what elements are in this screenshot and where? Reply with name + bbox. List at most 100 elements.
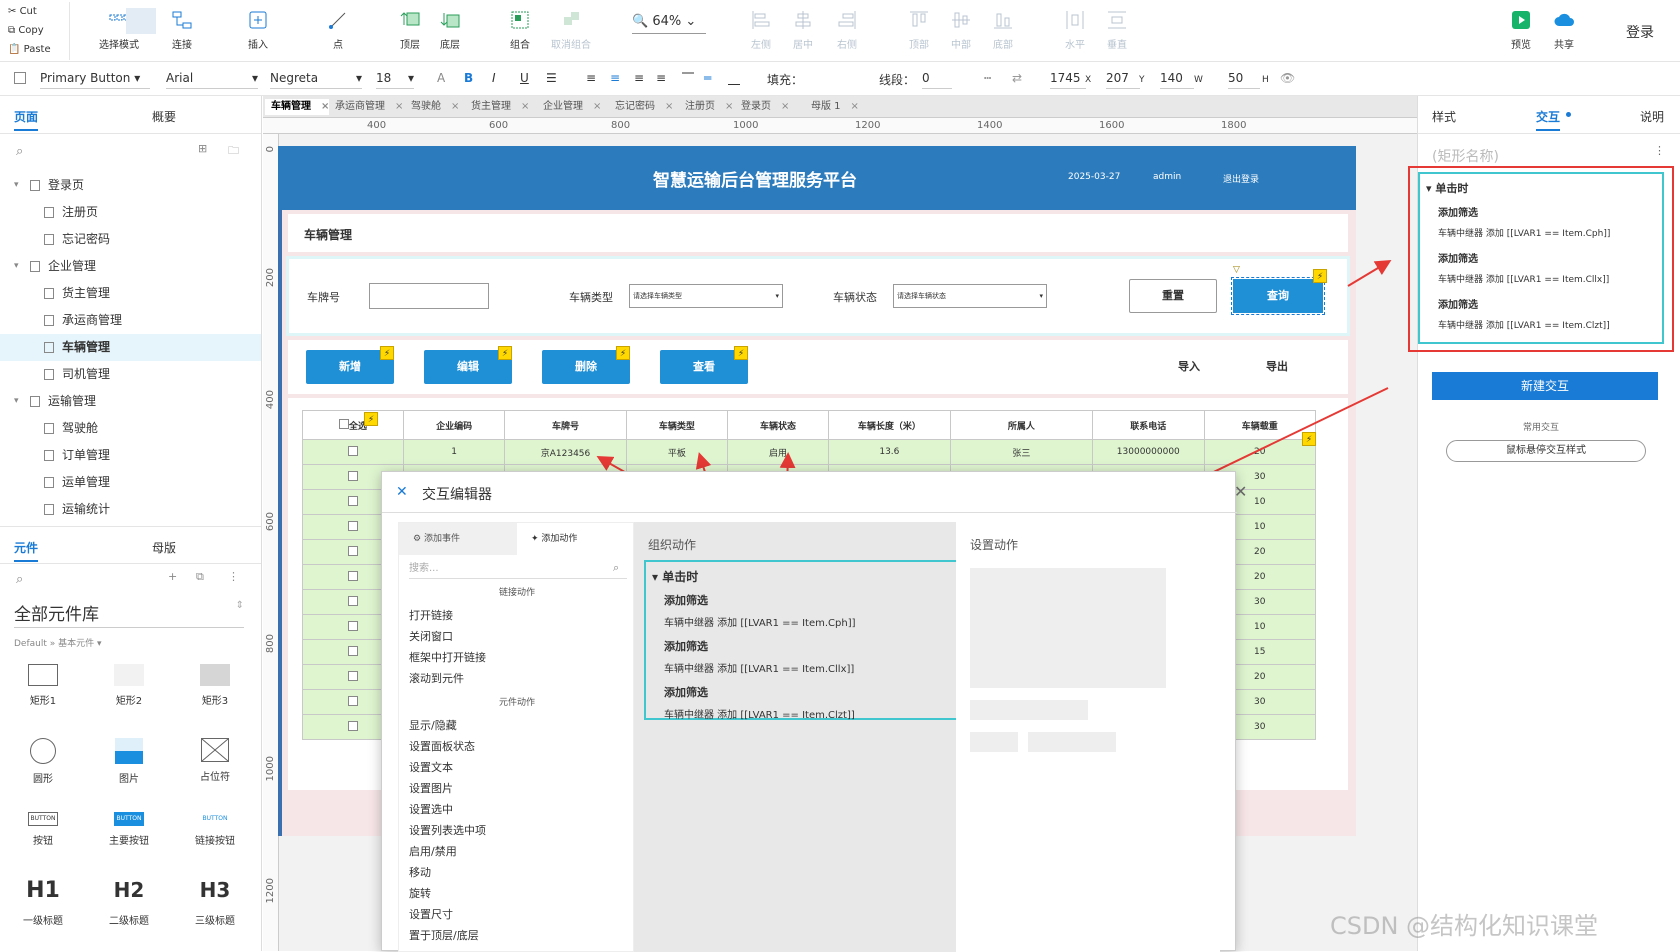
row-checkbox[interactable]: [348, 645, 359, 656]
widget-circle[interactable]: 圆形: [8, 738, 78, 785]
tab-outline[interactable]: 概要: [152, 108, 176, 125]
import-link[interactable]: 导入: [1178, 358, 1200, 374]
widget-action-item[interactable]: 设置选中: [409, 801, 486, 822]
widget-rect2[interactable]: 矩形2: [94, 664, 164, 707]
page-tree-item[interactable]: 车辆管理: [0, 334, 261, 361]
row-checkbox[interactable]: [348, 445, 359, 456]
widget-rect1[interactable]: 矩形1: [8, 664, 78, 707]
widget-action-item[interactable]: 设置文本: [409, 759, 486, 780]
align-text-left-icon[interactable]: ≡: [586, 71, 596, 85]
widget-action-item[interactable]: 设置列表选中项: [409, 822, 486, 843]
underline-icon[interactable]: U: [520, 71, 529, 85]
widget-h1[interactable]: H1 一级标题: [8, 878, 78, 927]
library-search-icon[interactable]: ⌕: [16, 572, 23, 587]
widget-action-item[interactable]: 启用/禁用: [409, 843, 486, 864]
share-button[interactable]: 共享: [1546, 6, 1582, 51]
doc-tab[interactable]: 登录页 ×: [735, 99, 789, 115]
weight-select[interactable]: Negreta ▾: [270, 71, 362, 89]
align-middle-button[interactable]: 中部: [946, 6, 976, 51]
login-link[interactable]: 登录: [1626, 22, 1654, 42]
widget-action-item[interactable]: 置于顶层/底层: [409, 927, 486, 948]
doc-tab[interactable]: 货主管理 ×: [465, 99, 529, 115]
valign-bottom-icon[interactable]: ⎽: [728, 71, 740, 86]
library-add-icon[interactable]: +: [168, 570, 177, 583]
bold-icon[interactable]: B: [464, 71, 473, 85]
link-action-item[interactable]: 滚动到元件: [409, 670, 486, 691]
w-input[interactable]: 140: [1160, 71, 1194, 89]
interaction-event[interactable]: ▾ 单击时: [1426, 180, 1468, 196]
link-action-item[interactable]: 框架中打开链接: [409, 649, 486, 670]
row-checkbox[interactable]: [348, 695, 359, 706]
h-input[interactable]: 50: [1228, 71, 1260, 89]
widget-link-button[interactable]: BUTTON 链接按钮: [180, 812, 250, 847]
doc-tab[interactable]: 母版 1 ×: [805, 99, 859, 115]
row-checkbox[interactable]: [348, 520, 359, 531]
justify-icon[interactable]: ≡: [656, 71, 666, 85]
tab-masters[interactable]: 母版: [152, 539, 176, 556]
link-action-item[interactable]: 打开链接: [409, 607, 486, 628]
organize-action-2-title[interactable]: 添加筛选: [664, 638, 708, 654]
search-icon[interactable]: ⌕: [16, 144, 23, 159]
new-interaction-button[interactable]: 新建交互: [1432, 372, 1658, 400]
widget-h2[interactable]: H2 二级标题: [94, 878, 164, 927]
add-page-icon[interactable]: ⊞: [198, 142, 207, 155]
doc-tab-close-icon[interactable]: ×: [395, 101, 403, 112]
valign-middle-icon[interactable]: ═: [704, 71, 711, 85]
page-tree-item[interactable]: 运输统计: [0, 496, 261, 523]
row-checkbox[interactable]: [348, 595, 359, 606]
library-copy-icon[interactable]: ⧉: [196, 570, 204, 584]
page-tree-item[interactable]: ▾ 企业管理: [0, 253, 261, 280]
x-input[interactable]: 1745: [1050, 71, 1086, 89]
font-color-icon[interactable]: A: [437, 71, 445, 85]
tab-style[interactable]: 样式: [1432, 108, 1456, 125]
row-checkbox[interactable]: [348, 620, 359, 631]
paste-button[interactable]: 📋 Paste: [4, 40, 69, 59]
arrow-style-icon[interactable]: ⇄: [1012, 71, 1022, 85]
preview-button[interactable]: 预览: [1506, 6, 1536, 51]
doc-tab[interactable]: 驾驶舱 ×: [405, 99, 459, 115]
align-top-button[interactable]: 顶部: [904, 6, 934, 51]
status-select[interactable]: 请选择车辆状态 ▾: [893, 284, 1047, 308]
align-text-center-icon[interactable]: ≡: [610, 71, 620, 85]
tab-notes[interactable]: 说明: [1640, 108, 1664, 125]
doc-tab[interactable]: 企业管理 ×: [537, 99, 601, 115]
shape-name-input[interactable]: (矩形名称): [1432, 146, 1499, 166]
widget-action-item[interactable]: 移动: [409, 864, 486, 885]
page-tree-item[interactable]: 司机管理: [0, 361, 261, 388]
page-tree-item[interactable]: ▾ 运输管理: [0, 388, 261, 415]
tab-add-action[interactable]: ✦ 添加动作: [517, 523, 635, 555]
widget-action-item[interactable]: 设置尺寸: [409, 906, 486, 927]
organize-action-3-title[interactable]: 添加筛选: [664, 684, 708, 700]
widget-action-item[interactable]: 旋转: [409, 885, 486, 906]
row-checkbox[interactable]: [348, 670, 359, 681]
doc-tab-close-icon[interactable]: ×: [521, 101, 529, 112]
widget-button[interactable]: BUTTON 按钮: [8, 812, 78, 847]
more-options-icon[interactable]: ⋮: [1654, 144, 1665, 157]
tab-interaction[interactable]: 交互: [1536, 108, 1561, 131]
widget-action-item[interactable]: 设置图片: [409, 780, 486, 801]
doc-tab-close-icon[interactable]: ×: [781, 101, 789, 112]
dialog-close-icon[interactable]: ✕: [1234, 482, 1247, 501]
align-text-right-icon[interactable]: ≡: [634, 71, 644, 85]
align-left-button[interactable]: 左侧: [746, 6, 776, 51]
type-select[interactable]: 请选择车辆类型 ▾: [629, 284, 783, 308]
style-select[interactable]: Primary Button ▾: [40, 71, 150, 89]
organize-event[interactable]: ▾ 单击时: [652, 568, 698, 585]
doc-tab[interactable]: 忘记密码 ×: [609, 99, 673, 115]
doc-tab-close-icon[interactable]: ×: [665, 101, 673, 112]
point-button[interactable]: 点: [320, 6, 356, 51]
bring-front-button[interactable]: 顶层: [392, 6, 428, 51]
action-search-input[interactable]: 搜索...: [409, 559, 627, 579]
link-action-item[interactable]: 关闭窗口: [409, 628, 486, 649]
interaction-action-2-title[interactable]: 添加筛选: [1438, 250, 1478, 265]
row-checkbox[interactable]: [348, 545, 359, 556]
library-menu-icon[interactable]: ⋮: [228, 570, 239, 583]
organize-action-1-title[interactable]: 添加筛选: [664, 592, 708, 608]
page-tree-item[interactable]: 注册页: [0, 199, 261, 226]
add-folder-icon[interactable]: 🗀: [228, 142, 239, 161]
expand-chevron-icon[interactable]: ▾: [14, 253, 19, 280]
doc-tab-close-icon[interactable]: ×: [725, 101, 733, 112]
copy-button[interactable]: ⧉ Copy: [4, 21, 69, 40]
y-input[interactable]: 207: [1106, 71, 1140, 89]
page-tree-item[interactable]: 驾驶舱: [0, 415, 261, 442]
